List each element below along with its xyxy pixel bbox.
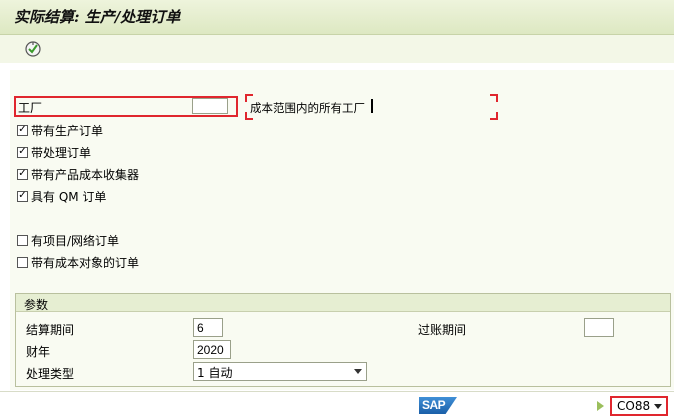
parameters-group: 参数 结算期间 过账期间 财年 处理类型 1 自动	[15, 293, 671, 387]
bracket-mark	[490, 94, 498, 102]
checkbox-label: 有项目/网络订单	[31, 233, 120, 248]
tcode-field[interactable]: CO88	[610, 396, 668, 416]
checkbox-production-orders[interactable]: ✓ 带有生产订单	[17, 122, 103, 138]
processing-type-label: 处理类型	[26, 367, 75, 381]
posting-period-label: 过账期间	[418, 323, 467, 337]
checkbox-label: 带有产品成本收集器	[31, 167, 140, 182]
checkbox-product-cost-collectors[interactable]: ✓ 带有产品成本收集器	[17, 166, 139, 182]
checkbox-icon[interactable]: ✓	[17, 146, 28, 158]
sap-logo: SAP	[419, 397, 457, 414]
checkbox-icon[interactable]	[17, 234, 28, 246]
application-toolbar	[0, 35, 674, 63]
execute-icon[interactable]	[24, 40, 42, 58]
checkbox-icon[interactable]: ✓	[17, 124, 28, 136]
checkbox-icon[interactable]	[17, 256, 28, 268]
plant-row: 工厂	[14, 97, 240, 117]
checkbox-label: 带有成本对象的订单	[31, 255, 140, 270]
checkbox-label: 带有生产订单	[31, 123, 104, 138]
processing-type-select[interactable]: 1 自动	[193, 362, 367, 381]
checkbox-label: 带处理订单	[31, 145, 92, 160]
fiscal-year-label: 财年	[26, 345, 51, 359]
text-cursor	[371, 99, 373, 113]
parameters-title: 参数	[24, 298, 49, 312]
checkbox-label: 具有 QM 订单	[31, 189, 107, 204]
chevron-down-icon[interactable]	[354, 369, 362, 374]
page-title: 实际结算: 生产/处理订单	[14, 8, 181, 26]
period-label: 结算期间	[26, 323, 75, 337]
chevron-down-icon[interactable]	[654, 404, 662, 409]
status-bar: SAP CO88	[0, 391, 674, 420]
plant-input[interactable]	[192, 98, 228, 114]
checkbox-qm-orders[interactable]: ✓ 具有 QM 订单	[17, 188, 106, 204]
play-icon[interactable]	[597, 401, 604, 411]
parameters-header: 参数	[16, 294, 670, 312]
plant-label: 工厂	[18, 101, 43, 115]
posting-period-input[interactable]	[584, 318, 614, 337]
bracket-mark	[490, 112, 498, 120]
checkbox-process-orders[interactable]: ✓ 带处理订单	[17, 144, 91, 160]
plant-description: 成本范围内的所有工厂	[250, 101, 365, 115]
tcode-text: CO88	[617, 399, 651, 413]
checkbox-icon[interactable]: ✓	[17, 190, 28, 202]
fiscal-year-input[interactable]	[193, 340, 231, 359]
checkbox-icon[interactable]: ✓	[17, 168, 28, 180]
processing-type-value: 1 自动	[197, 366, 233, 380]
period-input[interactable]	[193, 318, 223, 337]
title-bar: 实际结算: 生产/处理订单	[0, 0, 674, 35]
checkbox-cost-object-orders[interactable]: 带有成本对象的订单	[17, 254, 139, 270]
checkbox-project-network-orders[interactable]: 有项目/网络订单	[17, 232, 119, 248]
